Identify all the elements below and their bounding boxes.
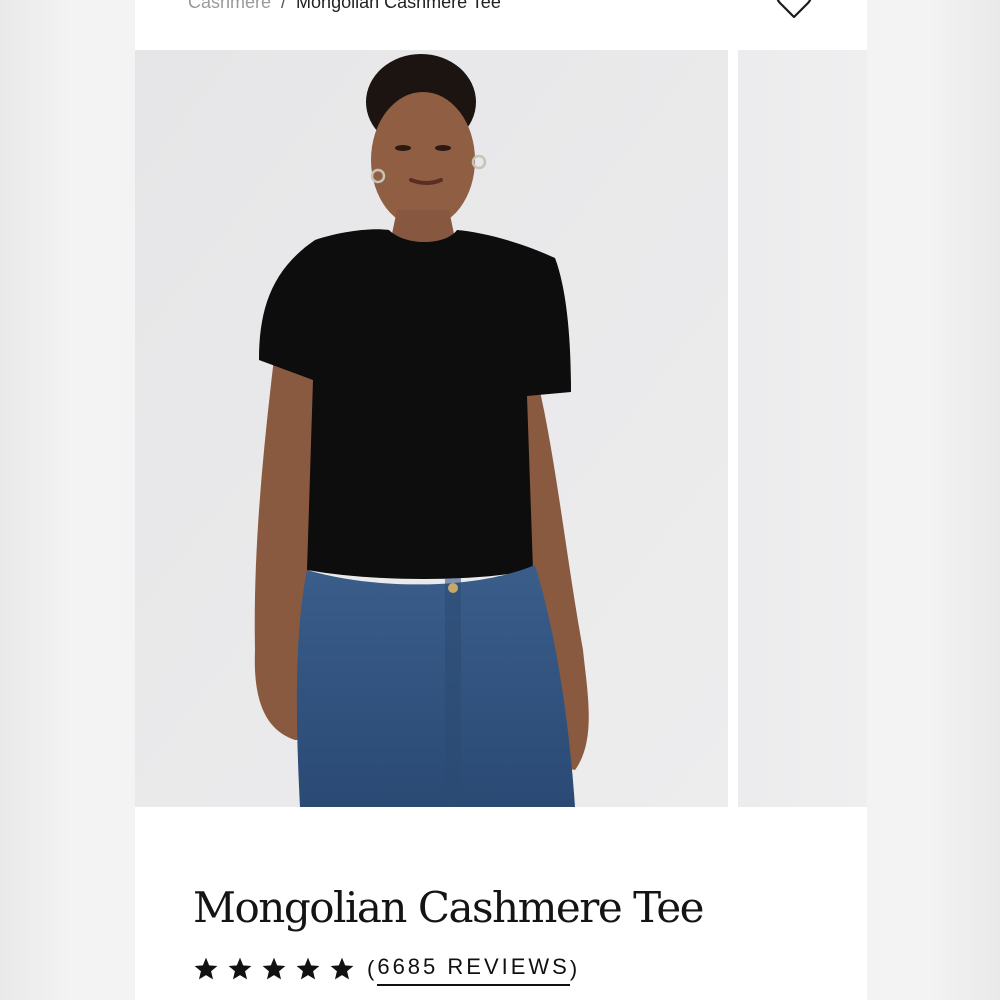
- breadcrumb-link-cashmere[interactable]: Cashmere: [188, 0, 271, 12]
- heart-icon[interactable]: [775, 0, 813, 20]
- star-icon: [194, 957, 218, 980]
- product-gallery[interactable]: [135, 50, 867, 807]
- reviews-count: (6685 REVIEWS): [367, 952, 580, 986]
- product-rating: (6685 REVIEWS): [193, 952, 580, 986]
- breadcrumb-current: Mongolian Cashmere Tee: [296, 0, 501, 12]
- model-photo: [135, 50, 728, 807]
- star-rating: [193, 956, 355, 982]
- star-icon: [262, 957, 286, 980]
- star-icon: [228, 957, 252, 980]
- reviews-link[interactable]: 6685 REVIEWS: [377, 952, 570, 986]
- star-icon: [330, 957, 354, 980]
- reviews-open-paren: (: [367, 956, 378, 981]
- reviews-close-paren: ): [569, 956, 581, 981]
- product-image-next[interactable]: [738, 50, 867, 807]
- breadcrumb-separator: /: [281, 0, 287, 12]
- product-title: Mongolian Cashmere Tee: [193, 883, 705, 932]
- breadcrumb: Cashmere / Mongolian Cashmere Tee: [188, 0, 501, 14]
- star-icon: [296, 957, 320, 980]
- product-image-main[interactable]: [135, 50, 728, 807]
- product-page: Cashmere / Mongolian Cashmere Tee Mongol…: [135, 0, 867, 1000]
